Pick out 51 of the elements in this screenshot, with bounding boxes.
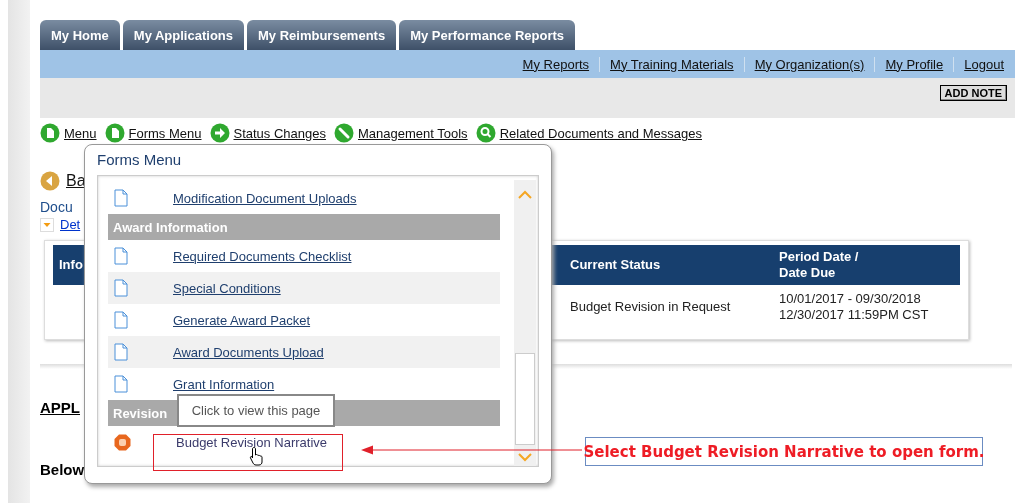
popup-title: Forms Menu (97, 151, 183, 170)
add-note-button[interactable]: ADD NOTE (939, 85, 1007, 101)
menu-link[interactable]: Related Documents and Messages (499, 125, 702, 141)
nav-tab[interactable]: My Home (40, 20, 120, 50)
menu-link[interactable]: Status Changes (233, 125, 326, 141)
document-icon (114, 279, 128, 297)
column-header: Period Date / Date Due (779, 249, 859, 281)
form-link[interactable]: Required Documents Checklist (173, 248, 352, 264)
top-link[interactable]: Logout (953, 56, 1004, 72)
page-icon (40, 123, 60, 143)
table-cell-text: 12/30/2017 11:59PM CST (778, 307, 930, 323)
form-link[interactable]: Generate Award Packet (173, 312, 311, 328)
column-header: Info (59, 257, 83, 273)
table-cell-text: 10/01/2017 - 09/30/2018 (778, 291, 922, 307)
section-header: Award Information (108, 214, 500, 240)
menu-link[interactable]: Menu (64, 125, 97, 141)
column-header: Current Status (570, 257, 661, 273)
nav-tab[interactable]: My Applications (122, 20, 244, 50)
page-icon (104, 123, 125, 143)
expand-icon (40, 217, 54, 232)
back-link[interactable]: Ba (66, 172, 86, 190)
details-link[interactable]: Det (60, 217, 81, 232)
top-link[interactable]: My Reports (512, 56, 600, 72)
form-link[interactable]: Special Conditions (173, 280, 281, 296)
form-link[interactable]: Modification Document Uploads (173, 190, 357, 206)
menu-link[interactable]: Forms Menu (128, 125, 202, 141)
document-icon (114, 375, 128, 393)
document-icon (114, 311, 128, 329)
body-text: Below (40, 461, 85, 478)
form-link[interactable]: Budget Revision Narrative (176, 434, 328, 450)
form-link[interactable]: Award Documents Upload (173, 344, 324, 360)
document-icon (114, 247, 128, 265)
stop-icon (114, 433, 131, 451)
search-icon (475, 123, 496, 143)
top-link[interactable]: My Profile (874, 56, 954, 72)
document-heading: Docu (40, 199, 73, 215)
form-link[interactable]: Grant Information (173, 376, 275, 392)
document-icon (114, 343, 128, 361)
tooltip: Click to view this page (177, 394, 335, 427)
back-icon (40, 171, 60, 191)
table-cell-text: Budget Revision in Request (569, 299, 732, 315)
nav-tab[interactable]: My Performance Reports (399, 20, 576, 50)
scroll-up-icon[interactable] (518, 190, 532, 199)
nav-tab[interactable]: My Reimbursements (247, 20, 397, 50)
section-heading: APPL (40, 399, 80, 416)
document-icon (114, 189, 128, 207)
menu-link[interactable]: Management Tools (358, 125, 468, 141)
scroll-down-icon[interactable] (518, 453, 532, 462)
top-link[interactable]: My Training Materials (599, 56, 744, 72)
scrollbar[interactable] (514, 180, 536, 466)
top-link[interactable]: My Organization(s) (743, 56, 875, 72)
